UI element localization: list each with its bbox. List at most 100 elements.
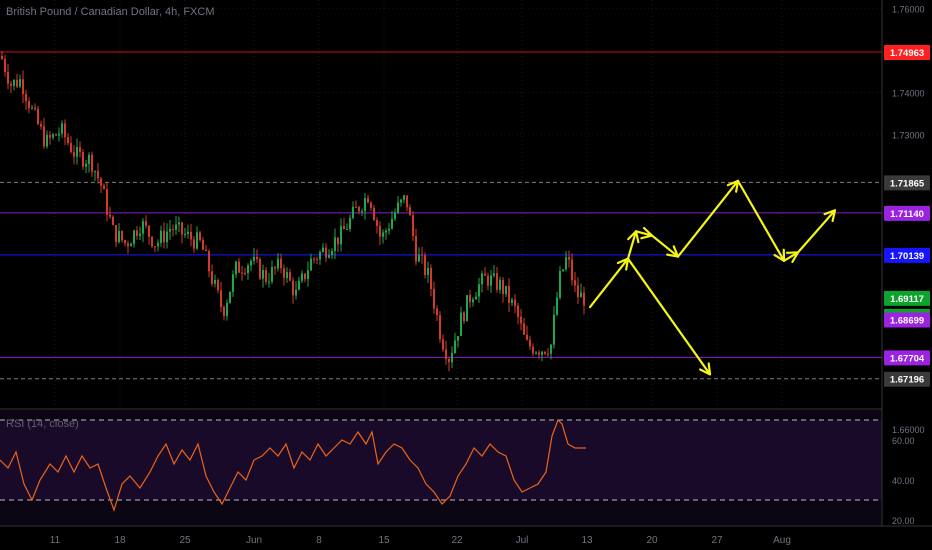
candle-body xyxy=(514,299,516,306)
candle-body xyxy=(25,94,27,102)
candle-body xyxy=(166,231,168,243)
candle-body xyxy=(358,206,360,212)
candle-body xyxy=(109,214,111,217)
candle-body xyxy=(247,265,249,274)
candle-body xyxy=(349,217,351,230)
candle-body xyxy=(211,271,213,284)
candle-body xyxy=(556,297,558,315)
candle-body xyxy=(331,250,333,256)
candle-body xyxy=(61,123,63,134)
candle-body xyxy=(505,285,507,295)
candle-body xyxy=(256,256,258,260)
rsi-tick-label: 40.00 xyxy=(892,476,915,486)
candle-body xyxy=(220,290,222,307)
candle-body xyxy=(412,215,414,237)
candle-body xyxy=(385,230,387,233)
candle-body xyxy=(529,339,531,347)
candle-body xyxy=(217,279,219,291)
candle-body xyxy=(193,239,195,249)
time-tick-label: 8 xyxy=(316,535,322,546)
candle-body xyxy=(451,352,453,363)
candle-body xyxy=(472,299,474,303)
candle-body xyxy=(313,258,315,260)
candle-body xyxy=(403,195,405,200)
candle-body xyxy=(181,222,183,235)
candle-body xyxy=(421,254,423,256)
candle-body xyxy=(124,240,126,244)
candle-body xyxy=(127,243,129,247)
candle-body xyxy=(436,308,438,316)
time-tick-label: Jun xyxy=(246,535,262,546)
candle-body xyxy=(229,291,231,304)
candle-body xyxy=(139,233,141,236)
candle-body xyxy=(571,259,573,281)
candle-body xyxy=(481,273,483,285)
candle-body xyxy=(10,83,12,86)
candle-body xyxy=(7,72,9,84)
candle-body xyxy=(232,274,234,292)
candle-body xyxy=(70,143,72,153)
candle-body xyxy=(559,270,561,298)
candle-body xyxy=(49,134,51,138)
candle-body xyxy=(526,334,528,340)
candle-body xyxy=(55,134,57,136)
time-tick-label: 18 xyxy=(114,535,126,546)
candle-body xyxy=(484,273,486,276)
candle-body xyxy=(46,134,48,147)
candle-body xyxy=(427,267,429,275)
candle-body xyxy=(445,349,447,360)
candle-body xyxy=(169,229,171,232)
candle-body xyxy=(430,267,432,290)
candle-body xyxy=(262,270,264,279)
candle-body xyxy=(568,257,570,260)
candle-body xyxy=(142,221,144,234)
price-badge-label: 1.67704 xyxy=(890,353,925,364)
candle-body xyxy=(319,251,321,260)
candle-body xyxy=(310,258,312,271)
candle-body xyxy=(67,137,69,144)
candle-body xyxy=(19,79,21,87)
candle-body xyxy=(37,108,39,125)
candle-body xyxy=(277,258,279,269)
candle-body xyxy=(337,237,339,245)
candle-body xyxy=(439,315,441,340)
time-tick-label: 20 xyxy=(646,535,658,546)
price-badge-label: 1.67196 xyxy=(890,375,924,386)
candle-body xyxy=(172,229,174,231)
candle-body xyxy=(160,230,162,243)
price-tick-label: 1.73000 xyxy=(892,131,925,141)
candle-body xyxy=(157,242,159,247)
candle-body xyxy=(499,279,501,290)
candle-body xyxy=(460,312,462,337)
candle-body xyxy=(376,220,378,226)
candle-body xyxy=(553,314,555,345)
candle-body xyxy=(106,189,108,215)
candle-body xyxy=(433,289,435,309)
candle-body xyxy=(391,218,393,229)
candle-body xyxy=(487,275,489,286)
candle-body xyxy=(415,236,417,262)
candle-body xyxy=(457,336,459,341)
candle-body xyxy=(463,312,465,322)
candle-body xyxy=(280,258,282,269)
candle-body xyxy=(295,289,297,296)
chart-title: British Pound / Canadian Dollar, 4h, FXC… xyxy=(6,6,215,18)
candle-body xyxy=(226,303,228,316)
candle-body xyxy=(22,79,24,95)
candle-body xyxy=(538,352,540,355)
price-badge-label: 1.74963 xyxy=(890,48,924,59)
candle-body xyxy=(289,272,291,281)
gbpcad-chart[interactable]: 1.76000 1.74000 1.73000 1.6600060.00 40.00 20… xyxy=(0,0,932,550)
candle-body xyxy=(88,154,90,164)
candle-body xyxy=(502,279,504,295)
candle-body xyxy=(40,124,42,127)
candle-body xyxy=(478,284,480,297)
candle-body xyxy=(322,247,324,252)
rsi-band-fill xyxy=(0,420,882,500)
candle-body xyxy=(214,279,216,284)
candle-body xyxy=(370,202,372,208)
candle-body xyxy=(73,152,75,157)
candle-body xyxy=(409,207,411,216)
candle-body xyxy=(274,267,276,269)
candle-body xyxy=(364,198,366,211)
